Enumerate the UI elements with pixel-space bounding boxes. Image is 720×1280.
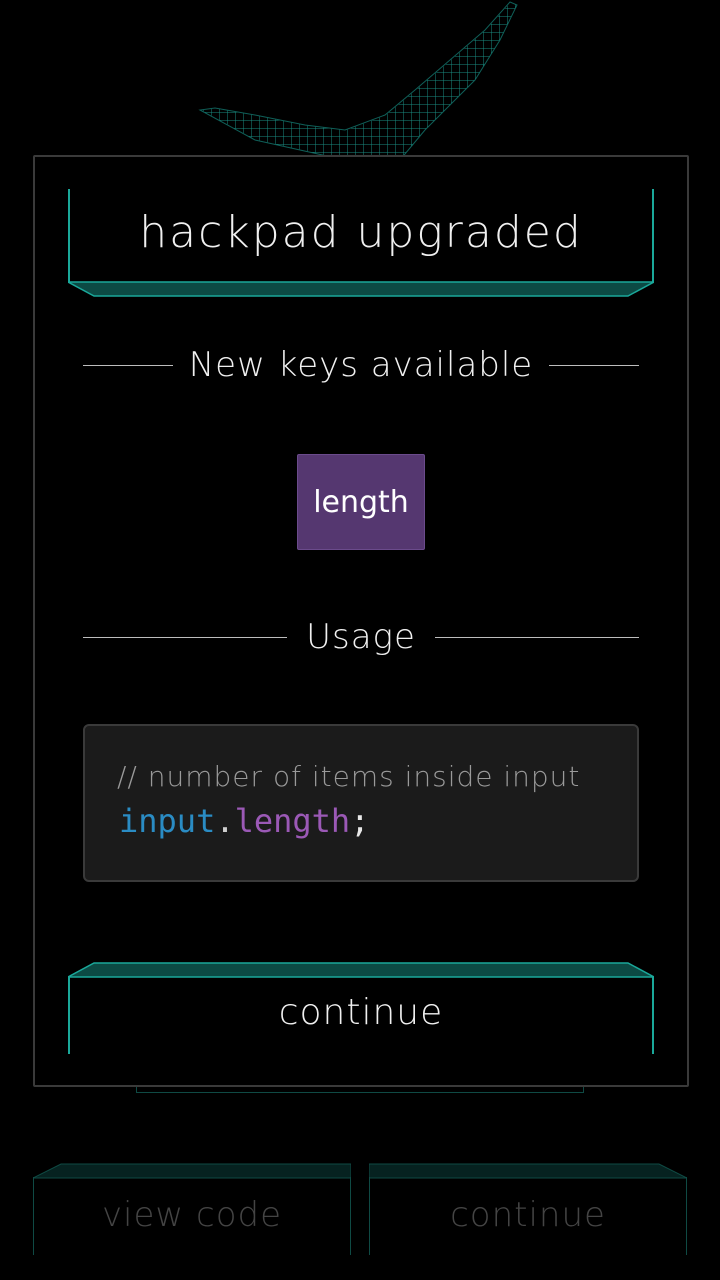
key-chip-length: length xyxy=(297,454,425,550)
code-semicolon: ; xyxy=(350,802,370,840)
upgrade-modal: hackpad upgraded New keys available leng… xyxy=(33,155,689,1087)
code-object: input xyxy=(119,802,216,840)
code-dot: . xyxy=(215,802,235,840)
continue-button[interactable]: continue xyxy=(68,962,654,1054)
code-line: input.length; xyxy=(119,802,369,840)
title-bevel xyxy=(68,281,654,297)
background-continue-button[interactable]: continue xyxy=(369,1163,687,1255)
divider-right xyxy=(549,365,639,366)
code-property: length xyxy=(234,802,351,840)
divider-right xyxy=(435,637,639,638)
new-keys-section-header: New keys available xyxy=(83,345,639,385)
background-continue-label: continue xyxy=(450,1195,606,1235)
continue-label: continue xyxy=(278,992,444,1033)
view-code-button[interactable]: view code xyxy=(33,1163,351,1255)
modal-title: hackpad upgraded xyxy=(139,207,583,258)
title-banner: hackpad upgraded xyxy=(68,189,654,297)
code-comment: // number of items inside input xyxy=(117,760,581,793)
code-example: // number of items inside input input.le… xyxy=(83,724,639,882)
view-code-label: view code xyxy=(101,1195,283,1235)
usage-section-header: Usage xyxy=(83,617,639,657)
background-voxel-shape xyxy=(198,1,518,160)
